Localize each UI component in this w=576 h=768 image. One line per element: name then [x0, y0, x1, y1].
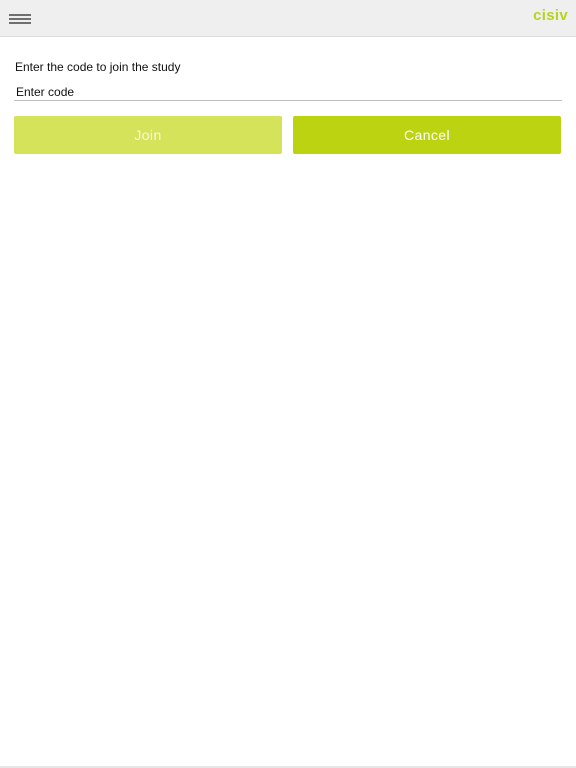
join-button[interactable]: Join: [14, 116, 282, 154]
top-bar: cisiv: [0, 0, 576, 37]
study-code-input[interactable]: [14, 83, 562, 101]
hamburger-menu-icon: [9, 14, 31, 24]
app-screen: cisiv Enter the code to join the study J…: [0, 0, 576, 768]
cisiv-logo: cisiv: [533, 7, 568, 24]
cancel-button[interactable]: Cancel: [293, 116, 561, 154]
join-prompt-label: Enter the code to join the study: [15, 60, 181, 74]
menu-button[interactable]: [6, 8, 34, 30]
